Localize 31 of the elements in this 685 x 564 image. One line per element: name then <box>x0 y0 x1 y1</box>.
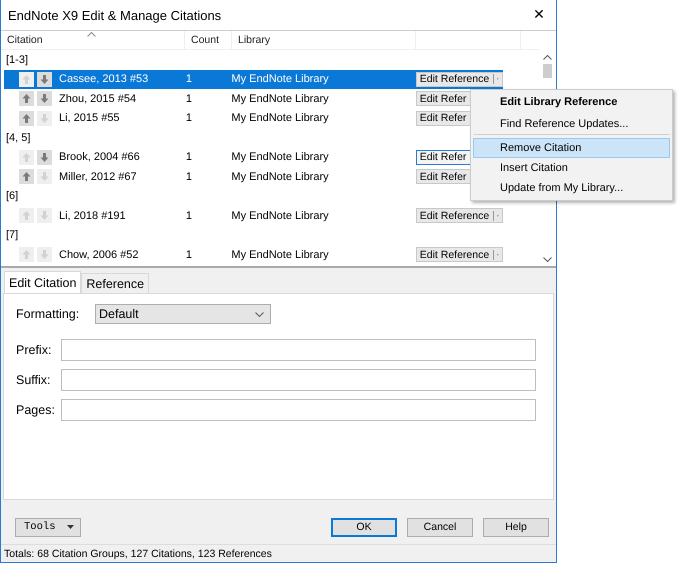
group-label: [4, 5] <box>6 132 30 144</box>
group-label: [6] <box>6 190 18 202</box>
library-text: My EndNote Library <box>231 151 330 164</box>
citation-text: Brook, 2004 #66 <box>59 151 141 164</box>
library-text: My EndNote Library <box>231 248 330 261</box>
library-text: My EndNote Library <box>231 73 330 86</box>
count-text: 1 <box>186 248 193 261</box>
library-text: My EndNote Library <box>231 92 330 105</box>
field-label: Pages: <box>16 402 56 416</box>
field-label: Suffix: <box>16 372 52 386</box>
citation-text: Chow, 2006 #52 <box>59 248 140 261</box>
field-label: Prefix: <box>16 342 52 356</box>
group-label: [7] <box>6 229 18 242</box>
count-text: 1 <box>186 112 193 124</box>
formatting-label: Formatting: <box>16 307 80 321</box>
citation-text: Miller, 2012 #67 <box>59 170 138 183</box>
status-text: Totals: 68 Citation Groups, 127 Citations, 123 References <box>4 548 272 560</box>
count-text: 1 <box>186 210 193 222</box>
citation-text: Cassee, 2013 #53 <box>59 73 150 86</box>
library-text: My EndNote Library <box>231 170 330 183</box>
library-text: My EndNote Library <box>231 210 330 222</box>
citation-text: Li, 2018 #191 <box>59 210 127 222</box>
library-text: My EndNote Library <box>231 112 330 124</box>
group-label: [1-3] <box>6 54 28 66</box>
count-text: 1 <box>186 92 193 105</box>
window-title: EndNote X9 Edit & Manage Citations <box>8 8 222 22</box>
citation-text: Li, 2015 #55 <box>59 112 121 124</box>
count-text: 1 <box>186 170 193 183</box>
count-text: 1 <box>186 73 193 86</box>
citation-text: Zhou, 2015 #54 <box>59 92 138 105</box>
count-text: 1 <box>186 151 193 164</box>
